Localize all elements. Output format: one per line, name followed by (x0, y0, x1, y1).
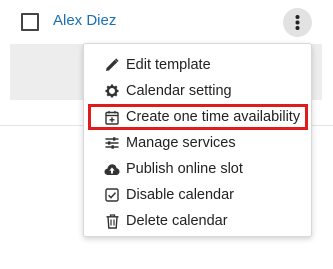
menu-item-label: Disable calendar (126, 187, 235, 203)
page: Alex Diez Edit template Calendar setting… (0, 0, 333, 269)
row-checkbox[interactable] (21, 13, 39, 31)
menu-item-label: Edit template (126, 57, 211, 73)
options-menu: Edit template Calendar setting Create on… (83, 43, 312, 237)
gear-icon (104, 83, 120, 99)
more-options-button[interactable] (283, 8, 312, 37)
kebab-icon (295, 15, 300, 30)
checkbox-icon (104, 187, 120, 203)
sliders-icon (104, 135, 120, 151)
menu-item-calendar-setting[interactable]: Calendar setting (84, 78, 311, 104)
menu-item-edit-template[interactable]: Edit template (84, 52, 311, 78)
menu-item-label: Manage services (126, 135, 236, 151)
calendar-owner-link[interactable]: Alex Diez (53, 12, 116, 29)
calendar-plus-icon (104, 109, 120, 125)
menu-item-manage-services[interactable]: Manage services (84, 130, 311, 156)
menu-item-label: Create one time availability (126, 109, 301, 125)
menu-item-disable-calendar[interactable]: Disable calendar (84, 182, 311, 208)
menu-item-label: Publish online slot (126, 161, 243, 177)
menu-item-publish-online-slot[interactable]: Publish online slot (84, 156, 311, 182)
menu-item-delete-calendar[interactable]: Delete calendar (84, 208, 311, 234)
menu-item-label: Calendar setting (126, 83, 232, 99)
cloud-upload-icon (104, 161, 120, 177)
trash-icon (104, 213, 120, 229)
pencil-icon (104, 57, 120, 73)
menu-item-create-one-time-availability[interactable]: Create one time availability (88, 104, 308, 130)
menu-item-label: Delete calendar (126, 213, 228, 229)
